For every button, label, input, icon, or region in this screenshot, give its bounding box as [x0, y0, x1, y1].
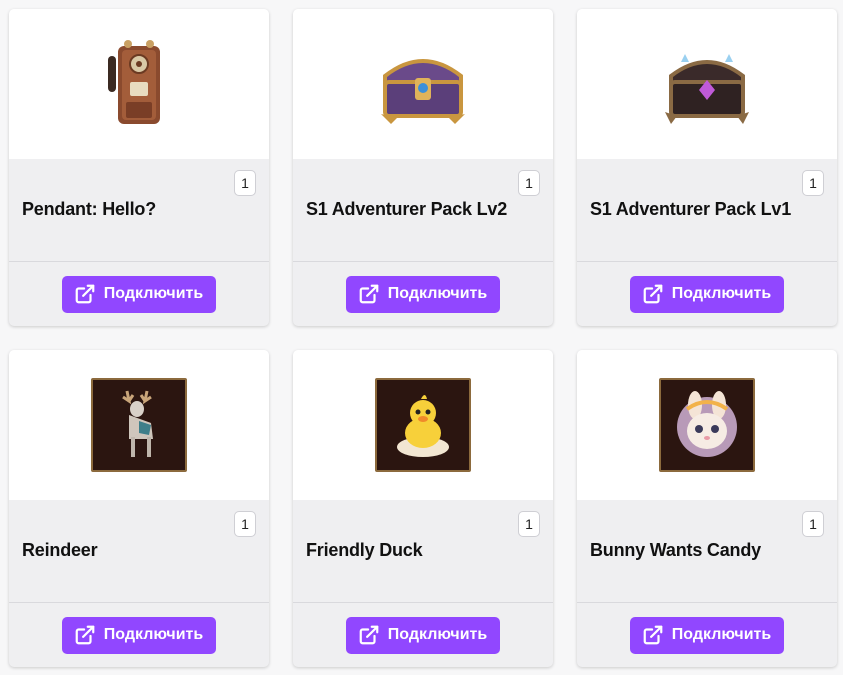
- quantity-badge: 1: [234, 170, 256, 196]
- item-actions: Подключить: [9, 603, 269, 667]
- item-card: 1 Pendant: Hello? Подключить: [9, 9, 269, 326]
- item-title: Friendly Duck: [306, 540, 423, 560]
- connect-button[interactable]: Подключить: [345, 616, 501, 654]
- connect-button[interactable]: Подключить: [345, 275, 501, 313]
- item-title: Bunny Wants Candy: [590, 540, 761, 560]
- item-info: 1 S1 Adventurer Pack Lv1: [577, 159, 837, 262]
- item-image-area: [293, 350, 553, 500]
- item-info: 1 Friendly Duck: [293, 500, 553, 603]
- connect-button[interactable]: Подключить: [629, 616, 785, 654]
- connect-button[interactable]: Подключить: [629, 275, 785, 313]
- connect-button-label: Подключить: [103, 626, 204, 643]
- item-image-area: [9, 350, 269, 500]
- item-actions: Подключить: [9, 262, 269, 326]
- item-thumbnail-frame: [659, 378, 755, 472]
- external-link-icon: [643, 284, 663, 304]
- item-card: 1 S1 Adventurer Pack Lv2 Подключить: [293, 9, 553, 326]
- external-link-icon: [359, 284, 379, 304]
- connect-button-label: Подключить: [671, 626, 772, 643]
- item-title: S1 Adventurer Pack Lv1: [590, 199, 792, 219]
- item-actions: Подключить: [577, 603, 837, 667]
- quantity-badge: 1: [518, 511, 540, 537]
- connect-button-label: Подключить: [103, 285, 204, 302]
- connect-button-label: Подключить: [671, 285, 772, 302]
- reindeer-icon: [122, 390, 153, 457]
- item-actions: Подключить: [577, 262, 837, 326]
- vintage-phone-icon: [108, 40, 160, 124]
- item-actions: Подключить: [293, 262, 553, 326]
- item-image-area: [293, 9, 553, 159]
- item-title: S1 Adventurer Pack Lv2: [306, 199, 508, 219]
- quantity-badge: 1: [802, 511, 824, 537]
- item-thumbnail-frame: [375, 378, 471, 472]
- connect-button-label: Подключить: [387, 626, 488, 643]
- item-card: 1 Bunny Wants Candy Подключить: [577, 350, 837, 667]
- item-actions: Подключить: [293, 603, 553, 667]
- item-info: 1 Reindeer: [9, 500, 269, 603]
- item-title: Pendant: Hello?: [22, 199, 157, 219]
- item-card: 1 Friendly Duck Подключить: [293, 350, 553, 667]
- quantity-badge: 1: [234, 511, 256, 537]
- item-thumbnail-frame: [91, 378, 187, 472]
- item-card: 1 Reindeer Подключить: [9, 350, 269, 667]
- external-link-icon: [75, 625, 95, 645]
- item-image-area: [577, 9, 837, 159]
- quantity-badge: 1: [518, 170, 540, 196]
- external-link-icon: [359, 625, 379, 645]
- item-info: 1 Pendant: Hello?: [9, 159, 269, 262]
- external-link-icon: [643, 625, 663, 645]
- connect-button-label: Подключить: [387, 285, 488, 302]
- item-info: 1 S1 Adventurer Pack Lv2: [293, 159, 553, 262]
- item-image-area: [577, 350, 837, 500]
- duck-icon: [397, 395, 449, 457]
- connect-button[interactable]: Подключить: [61, 275, 217, 313]
- item-title: Reindeer: [22, 540, 98, 560]
- item-card: 1 S1 Adventurer Pack Lv1 Подключить: [577, 9, 837, 326]
- treasure-chest-gold-icon: [381, 59, 465, 124]
- item-info: 1 Bunny Wants Candy: [577, 500, 837, 603]
- quantity-badge: 1: [802, 170, 824, 196]
- treasure-chest-purple-icon: [665, 54, 749, 124]
- bunny-icon: [677, 391, 737, 457]
- item-image-area: [9, 9, 269, 159]
- external-link-icon: [75, 284, 95, 304]
- connect-button[interactable]: Подключить: [61, 616, 217, 654]
